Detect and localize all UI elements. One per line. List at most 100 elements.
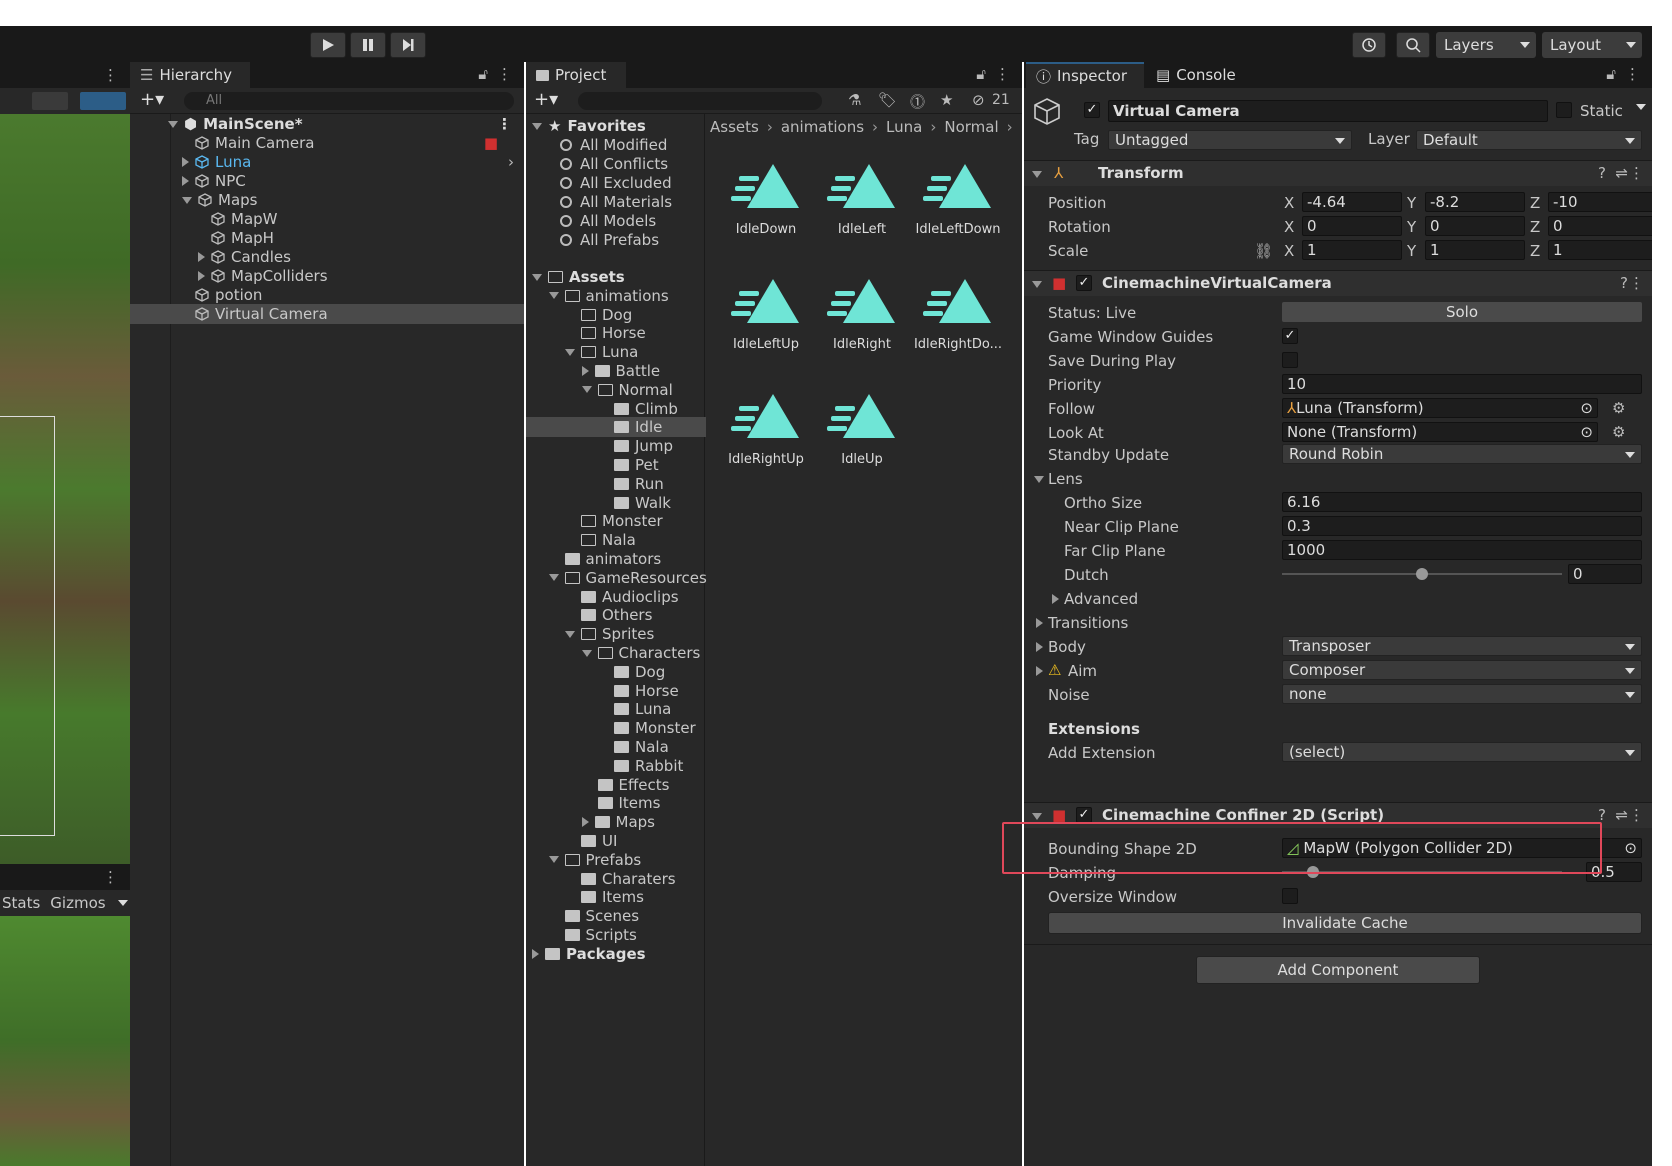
- gear-icon[interactable]: ⚙: [1612, 423, 1625, 441]
- label-icon[interactable]: 🏷︎: [878, 91, 897, 109]
- more-icon[interactable]: ⋮: [1629, 274, 1644, 292]
- star-icon[interactable]: ★: [940, 91, 953, 109]
- filter-type-icon[interactable]: ⚗: [848, 91, 861, 109]
- scale-z-input[interactable]: 1: [1548, 240, 1652, 260]
- object-picker-icon[interactable]: ⊙: [1580, 423, 1593, 441]
- position-y-input[interactable]: -8.2: [1425, 192, 1525, 212]
- gizmos-button[interactable]: Gizmos: [50, 894, 105, 912]
- folder-item[interactable]: Horse: [526, 681, 1022, 701]
- folder-item[interactable]: Items: [526, 793, 1022, 813]
- hierarchy-item[interactable]: Main Camera ■: [130, 133, 524, 153]
- chevron-right-icon[interactable]: ›: [508, 153, 514, 171]
- foldout-icon[interactable]: [1036, 642, 1043, 652]
- add-button[interactable]: +▾: [534, 89, 558, 110]
- slider-handle[interactable]: [1306, 866, 1319, 878]
- standby-dropdown[interactable]: Round Robin: [1282, 444, 1642, 464]
- link-icon[interactable]: ⛓: [1254, 242, 1273, 260]
- folder-item[interactable]: Nala: [526, 737, 1022, 757]
- lookat-object-field[interactable]: None (Transform) ⊙: [1282, 422, 1598, 442]
- play-button[interactable]: [310, 32, 346, 58]
- lock-icon[interactable]: 🔓︎: [976, 65, 986, 83]
- folder-item[interactable]: UI: [526, 831, 1022, 851]
- confiner-header[interactable]: ■ ✓ Cinemachine Confiner 2D (Script) ? ⇌…: [1024, 802, 1652, 828]
- lock-icon[interactable]: 🔓︎: [1606, 65, 1616, 83]
- folder-item[interactable]: Nala: [526, 530, 1022, 550]
- chevron-down-icon[interactable]: [117, 900, 128, 906]
- folder-item[interactable]: Scenes: [526, 906, 1022, 926]
- history-button[interactable]: [1352, 32, 1386, 58]
- hierarchy-item[interactable]: NPC: [130, 171, 524, 191]
- hierarchy-item[interactable]: MapH: [130, 228, 524, 248]
- priority-input[interactable]: 10: [1282, 374, 1642, 394]
- chevron-down-icon[interactable]: [1636, 104, 1646, 110]
- layout-dropdown[interactable]: Layout: [1542, 32, 1642, 58]
- breadcrumb-item[interactable]: Id: [1021, 118, 1022, 136]
- more-icon[interactable]: ⋮: [1629, 806, 1644, 824]
- foldout-icon[interactable]: [1034, 476, 1044, 483]
- near-input[interactable]: 0.3: [1282, 516, 1642, 536]
- warning-icon[interactable]: ⓵: [910, 91, 925, 112]
- folder-item[interactable]: Charaters: [526, 869, 1022, 889]
- noise-dropdown[interactable]: none: [1282, 684, 1642, 704]
- folder-item[interactable]: animators: [526, 549, 1022, 569]
- scene-row[interactable]: ⬢ MainScene* ⋮: [130, 114, 524, 134]
- save-checkbox[interactable]: [1282, 352, 1298, 368]
- static-checkbox[interactable]: [1556, 102, 1572, 118]
- object-picker-icon[interactable]: ⊙: [1580, 399, 1593, 417]
- animation-asset[interactable]: IdleUp: [812, 388, 912, 467]
- more-icon[interactable]: ⋮: [1625, 65, 1640, 83]
- foldout-icon[interactable]: [1036, 666, 1043, 676]
- animation-asset[interactable]: IdleLeftDown: [908, 158, 1008, 237]
- tab-hierarchy[interactable]: ☰ Hierarchy: [130, 62, 250, 88]
- folder-item[interactable]: Prefabs: [526, 850, 1022, 870]
- animation-asset[interactable]: IdleRightDo...: [908, 273, 1008, 352]
- active-checkbox[interactable]: ✓: [1084, 102, 1100, 118]
- slider-handle[interactable]: [1416, 568, 1428, 580]
- animation-asset[interactable]: IdleDown: [716, 158, 816, 237]
- tag-dropdown[interactable]: Untagged: [1108, 130, 1352, 150]
- breadcrumb-item[interactable]: Assets: [710, 118, 759, 136]
- more-icon[interactable]: ⋮: [995, 65, 1010, 83]
- more-icon[interactable]: ⋮: [497, 65, 512, 83]
- help-icon[interactable]: ?: [1620, 274, 1628, 292]
- settings-icon[interactable]: ⇌: [1615, 164, 1628, 182]
- folder-item[interactable]: Characters: [526, 643, 1022, 663]
- game-view-image[interactable]: [0, 916, 130, 1166]
- search-button[interactable]: [1396, 32, 1430, 58]
- object-name-input[interactable]: Virtual Camera: [1108, 100, 1548, 122]
- folder-item[interactable]: Walk: [526, 493, 1022, 513]
- folder-item[interactable]: Scripts: [526, 925, 1022, 945]
- rotation-z-input[interactable]: 0: [1548, 216, 1652, 236]
- scale-x-input[interactable]: 1: [1302, 240, 1402, 260]
- foldout-icon[interactable]: [1036, 618, 1043, 628]
- foldout-icon[interactable]: [1052, 594, 1059, 604]
- folder-item[interactable]: Maps: [526, 812, 1022, 832]
- lock-icon[interactable]: 🔓︎: [478, 65, 488, 83]
- folder-item[interactable]: Monster: [526, 511, 1022, 531]
- folder-item[interactable]: Battle: [526, 361, 1022, 381]
- help-icon[interactable]: ?: [1598, 806, 1606, 824]
- object-picker-icon[interactable]: ⊙: [1624, 839, 1637, 857]
- follow-object-field[interactable]: ⅄Luna (Transform) ⊙: [1282, 398, 1598, 418]
- more-icon[interactable]: ⋮: [1629, 164, 1644, 182]
- hierarchy-item[interactable]: Luna ›: [130, 152, 524, 172]
- ortho-input[interactable]: 6.16: [1282, 492, 1642, 512]
- folder-item[interactable]: Packages: [526, 944, 1022, 964]
- add-component-button[interactable]: Add Component: [1196, 956, 1480, 984]
- folder-item[interactable]: Idle: [526, 417, 706, 438]
- animation-asset[interactable]: IdleRight: [812, 273, 912, 352]
- hierarchy-search-input[interactable]: All: [184, 92, 514, 110]
- bounding-shape-field[interactable]: ◿ MapW (Polygon Collider 2D) ⊙: [1282, 838, 1642, 858]
- scene-view-image[interactable]: [0, 114, 130, 864]
- dutch-input[interactable]: 0: [1568, 564, 1642, 584]
- hierarchy-item[interactable]: potion: [130, 285, 524, 305]
- hierarchy-item[interactable]: Candles: [130, 247, 524, 267]
- stats-button[interactable]: Stats: [2, 894, 40, 912]
- scale-y-input[interactable]: 1: [1425, 240, 1525, 260]
- layers-dropdown[interactable]: Layers: [1436, 32, 1536, 58]
- settings-icon[interactable]: ⇌: [1615, 806, 1628, 824]
- body-dropdown[interactable]: Transposer: [1282, 636, 1642, 656]
- layer-dropdown[interactable]: Default: [1416, 130, 1642, 150]
- breadcrumb-item[interactable]: Normal: [944, 118, 998, 136]
- damping-slider[interactable]: [1282, 866, 1562, 878]
